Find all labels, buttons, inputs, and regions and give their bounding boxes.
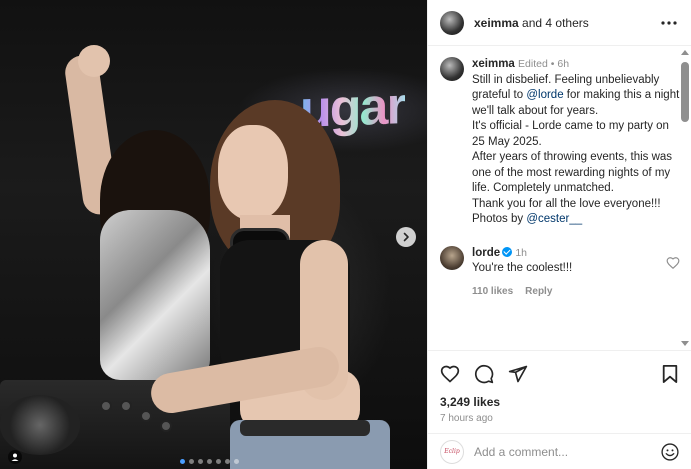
- next-photo-button[interactable]: [396, 227, 416, 247]
- post-sidebar: xeimma and 4 others xeimma Edited • 6h S…: [427, 0, 691, 469]
- jog-wheel: [0, 395, 80, 455]
- like-comment-icon[interactable]: [666, 256, 680, 270]
- post-author[interactable]: xeimma and 4 others: [474, 16, 589, 30]
- share-button[interactable]: [508, 364, 528, 384]
- scrollbar-thumb[interactable]: [681, 62, 689, 122]
- reply-button[interactable]: Reply: [525, 284, 552, 299]
- scrollbar[interactable]: [681, 48, 689, 348]
- chevron-right-icon: [403, 232, 409, 242]
- caption: xeimma Edited • 6h Still in disbelief. F…: [440, 57, 680, 228]
- emoji-icon[interactable]: [660, 442, 680, 462]
- carousel-dot[interactable]: [207, 459, 212, 464]
- avatar[interactable]: [440, 245, 464, 270]
- post-actions: 3,249 likes 7 hours ago: [428, 350, 691, 424]
- post-time[interactable]: 7 hours ago: [440, 413, 680, 424]
- avatar[interactable]: [440, 10, 464, 35]
- caption-time[interactable]: 6h: [557, 58, 569, 70]
- carousel-dot[interactable]: [234, 459, 239, 464]
- add-comment-bar: Eclip: [428, 433, 691, 469]
- mention-link[interactable]: @lorde: [526, 89, 563, 101]
- save-button[interactable]: [660, 364, 680, 384]
- send-icon: [508, 365, 528, 383]
- post-photo[interactable]: ugar: [0, 0, 427, 469]
- carousel-dot[interactable]: [216, 459, 221, 464]
- like-button[interactable]: [440, 364, 460, 384]
- carousel-dot[interactable]: [225, 459, 230, 464]
- caption-para-5: Photos by @cester__: [472, 213, 583, 225]
- carousel-dot[interactable]: [198, 459, 203, 464]
- carousel-dots: [180, 459, 239, 464]
- avatar[interactable]: [440, 57, 464, 81]
- carousel-dot[interactable]: [189, 459, 194, 464]
- avatar[interactable]: Eclip: [440, 439, 464, 464]
- caption-para-4: Thank you for all the love everyone!!!: [472, 197, 661, 210]
- raised-fist: [78, 45, 110, 77]
- comment-input[interactable]: [474, 444, 660, 459]
- silver-top: [100, 210, 210, 380]
- caption-para-3: After years of throwing events, this was…: [472, 151, 676, 194]
- face: [218, 125, 288, 220]
- author-username[interactable]: xeimma: [474, 16, 519, 30]
- comment-text: You're the coolest!!!: [472, 261, 573, 274]
- studded-belt: [240, 420, 370, 436]
- comments-list[interactable]: xeimma Edited • 6h Still in disbelief. F…: [428, 47, 691, 350]
- separator: •: [550, 58, 555, 70]
- comment-likes[interactable]: 110 likes: [472, 284, 513, 299]
- caption-para-1: Still in disbelief. Feeling unbelievably…: [472, 73, 680, 117]
- more-options-button[interactable]: [659, 13, 679, 33]
- bookmark-icon: [662, 365, 678, 383]
- comment-time[interactable]: 1h: [515, 247, 527, 259]
- scroll-up-icon[interactable]: [681, 48, 689, 56]
- verified-badge-icon: [502, 246, 513, 257]
- likes-count[interactable]: 3,249 likes: [440, 395, 680, 409]
- comment-icon: [474, 364, 494, 384]
- caption-username[interactable]: xeimma: [472, 58, 515, 70]
- comment-username[interactable]: lorde: [472, 247, 500, 259]
- scroll-down-icon[interactable]: [681, 340, 689, 348]
- caption-para-2: It's official - Lorde came to my party o…: [472, 120, 673, 148]
- collaborators-text[interactable]: and 4 others: [519, 16, 589, 30]
- more-icon: [661, 20, 677, 25]
- user-tag-icon[interactable]: [8, 450, 22, 464]
- comment: lorde 1h You're the coolest!!! 110 likes…: [440, 245, 680, 299]
- mention-link[interactable]: @cester__: [526, 213, 582, 225]
- edited-label: Edited: [518, 58, 548, 70]
- carousel-dot[interactable]: [180, 459, 185, 464]
- heart-icon: [440, 365, 460, 383]
- comment-button[interactable]: [474, 364, 494, 384]
- post-header: xeimma and 4 others: [428, 0, 691, 46]
